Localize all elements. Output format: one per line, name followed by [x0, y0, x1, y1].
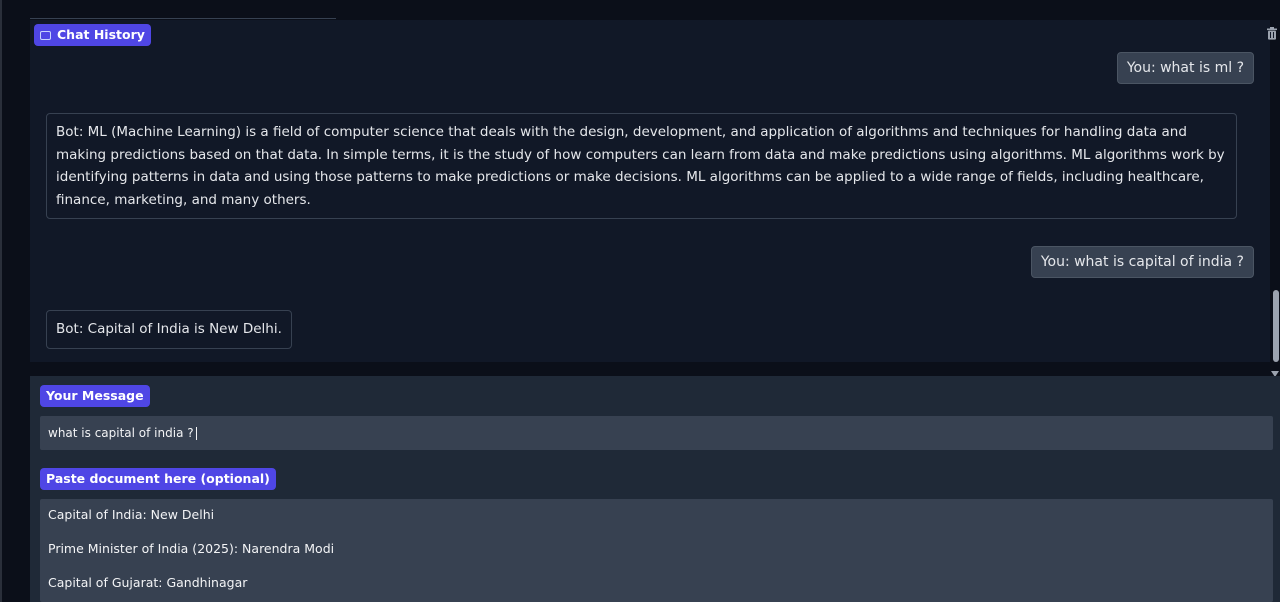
- user-message: You: what is capital of india ?: [1030, 246, 1254, 278]
- chat-bubble-icon: [40, 31, 51, 40]
- text-caret: [195, 426, 197, 440]
- user-message: You: what is ml ?: [1116, 52, 1254, 84]
- document-line: Prime Minister of India (2025): Narendra…: [48, 541, 335, 556]
- scrollbar-thumb[interactable]: [1273, 290, 1279, 362]
- chat-history-label-text: Chat History: [57, 27, 145, 42]
- document-line: Capital of Gujarat: Gandhinagar: [48, 575, 248, 590]
- document-label: Paste document here (optional): [40, 468, 276, 490]
- document-line: Capital of India: New Delhi: [48, 507, 215, 522]
- top-divider: [30, 18, 336, 19]
- your-message-label: Your Message: [40, 385, 150, 407]
- left-border: [0, 0, 2, 602]
- bot-message: Bot: ML (Machine Learning) is a field of…: [46, 113, 1237, 219]
- message-input-value: what is capital of india ?: [48, 426, 194, 440]
- app-window: Chat History You: what is ml ? Bot: ML (…: [0, 0, 1280, 602]
- chat-scrollbar[interactable]: [1270, 20, 1280, 377]
- document-textarea[interactable]: Capital of India: New Delhi Prime Minist…: [40, 499, 1273, 602]
- message-input[interactable]: what is capital of india ?: [40, 416, 1273, 450]
- chat-history-label: Chat History: [34, 24, 151, 46]
- bot-message: Bot: Capital of India is New Delhi.: [46, 310, 292, 349]
